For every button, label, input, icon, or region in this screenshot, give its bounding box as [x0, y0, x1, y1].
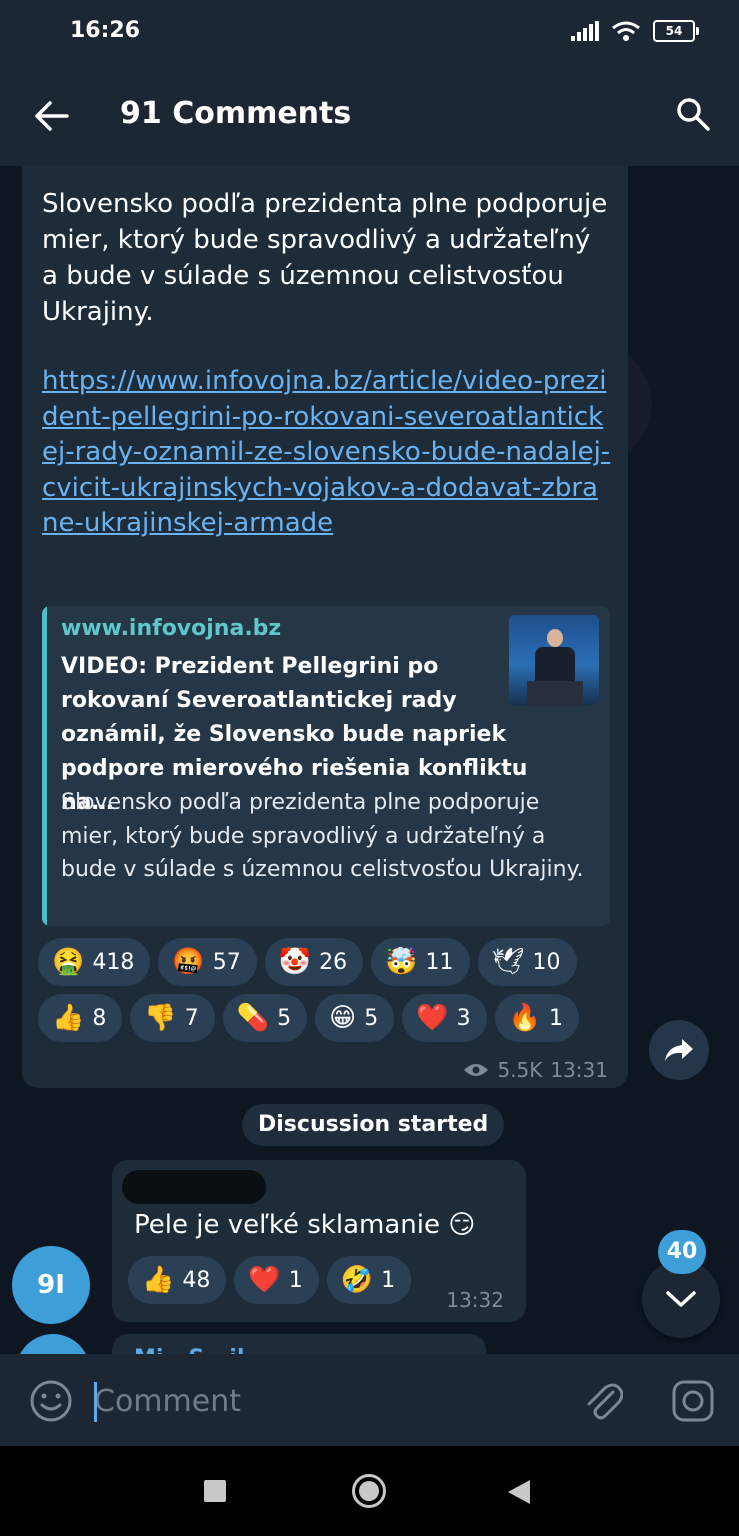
page-title: 91 Comments	[120, 96, 352, 131]
reaction-chip[interactable]: 🤬 57	[158, 938, 257, 986]
reaction-emoji: 🤣	[340, 1265, 374, 1295]
back-button[interactable]	[30, 94, 74, 138]
status-icons: 54	[571, 20, 699, 42]
reaction-chip[interactable]: 💊 5	[222, 994, 308, 1042]
reaction-chip[interactable]: 🔥 1	[494, 994, 579, 1042]
reaction-chip[interactable]: 👍 8	[38, 994, 123, 1042]
app-bar: 91 Comments	[0, 64, 739, 166]
arrow-left-icon	[35, 101, 69, 131]
unread-count-badge[interactable]: 40	[658, 1230, 706, 1274]
reaction-count: 26	[319, 949, 348, 975]
reaction-emoji: 🕊	[491, 947, 525, 977]
status-time: 16:26	[70, 18, 141, 43]
preview-site-name: www.infovojna.bz	[61, 616, 282, 641]
paperclip-icon	[587, 1383, 623, 1420]
comment-author-redacted	[122, 1170, 266, 1204]
reaction-chip[interactable]: ❤️ 3	[402, 994, 487, 1042]
camera-icon	[672, 1380, 714, 1422]
reaction-chip[interactable]: 👎 7	[130, 994, 215, 1042]
reaction-emoji: 💊	[236, 1003, 270, 1033]
reaction-count: 3	[456, 1005, 471, 1031]
reaction-count: 10	[532, 949, 561, 975]
comment-bubble[interactable]: Pele je veľké sklamanie 😏 👍 48 ❤️ 1 🤣 1 13:…	[112, 1160, 526, 1322]
preview-description: Slovensko podľa prezidenta plne podporuj…	[61, 790, 584, 882]
reaction-emoji: 🤯	[385, 947, 418, 977]
text-caret	[94, 1382, 97, 1422]
avatar[interactable]	[16, 1334, 90, 1354]
emoji-button[interactable]	[28, 1378, 74, 1424]
reaction-emoji: 😁	[329, 1003, 357, 1033]
reaction-count: 11	[425, 949, 454, 975]
post-time: 13:31	[550, 1058, 608, 1082]
reaction-emoji: 👍	[142, 1265, 175, 1295]
comment-bubble[interactable]: Mi...S...il	[112, 1334, 486, 1354]
comment-reactions: 👍 48 ❤️ 1 🤣 1	[128, 1256, 412, 1304]
reaction-chip[interactable]: 🤡 26	[264, 938, 364, 986]
camera-button[interactable]	[670, 1378, 716, 1424]
reaction-emoji: 🤡	[278, 947, 312, 977]
reaction-count: 1	[548, 1005, 563, 1031]
reaction-chip[interactable]: 🤣 1	[326, 1256, 412, 1304]
share-arrow-icon	[665, 1039, 693, 1061]
reaction-count: 7	[184, 1005, 199, 1031]
signal-icon	[571, 21, 599, 41]
smiley-icon	[30, 1380, 72, 1422]
reaction-chip[interactable]: 🤯 11	[371, 938, 470, 986]
post-reactions-row-2: 👍 8 👎 7 💊 5 😁 5 ❤️ 3 🔥 1	[38, 994, 579, 1042]
link-preview[interactable]: www.infovojna.bz VIDEO: Prezident Pelleg…	[42, 606, 610, 926]
reaction-chip[interactable]: 👍 48	[128, 1256, 227, 1304]
discussion-started-label: Discussion started	[242, 1104, 505, 1146]
reaction-emoji: 👎	[144, 1003, 177, 1033]
home-button[interactable]	[352, 1474, 386, 1508]
comment-author: Mi...S...il	[134, 1346, 245, 1354]
reaction-emoji: 👍	[52, 1003, 85, 1033]
system-nav-bar	[0, 1446, 739, 1536]
share-button[interactable]	[649, 1020, 709, 1080]
reaction-count: 57	[212, 949, 241, 975]
reaction-count: 1	[288, 1267, 303, 1293]
battery-level: 54	[653, 20, 695, 42]
reaction-count: 5	[364, 1005, 379, 1031]
view-count: 5.5K	[497, 1058, 543, 1082]
reaction-count: 8	[92, 1005, 107, 1031]
post-meta: 5.5K 13:31	[463, 1058, 608, 1082]
status-bar: 16:26 54	[0, 0, 739, 64]
post-link[interactable]: https://www.infovojna.bz/article/video-p…	[42, 364, 612, 542]
reaction-emoji: 🤬	[172, 947, 205, 977]
search-button[interactable]	[671, 92, 715, 136]
recents-button[interactable]	[204, 1480, 226, 1502]
system-back-button[interactable]	[508, 1480, 530, 1504]
chat-area[interactable]: Slovensko podľa prezidenta plne podporuj…	[0, 166, 739, 1354]
preview-thumbnail[interactable]	[509, 615, 599, 705]
avatar[interactable]: 9I	[12, 1246, 90, 1324]
comment-input-bar	[0, 1354, 739, 1446]
search-icon	[677, 98, 710, 131]
channel-post: Slovensko podľa prezidenta plne podporuj…	[22, 166, 628, 1088]
comment-text: Pele je veľké sklamanie 😏	[134, 1210, 476, 1240]
eye-icon	[464, 1064, 489, 1076]
post-text: Slovensko podľa prezidenta plne podporuj…	[42, 189, 608, 327]
attach-button[interactable]	[580, 1378, 626, 1424]
reaction-chip[interactable]: 😁 5	[315, 994, 395, 1042]
chevron-down-icon	[666, 1291, 696, 1307]
preview-accent-bar	[42, 606, 47, 926]
reaction-chip[interactable]: ❤️ 1	[234, 1256, 319, 1304]
reaction-chip[interactable]: 🤮 418	[38, 938, 151, 986]
reaction-count: 5	[277, 1005, 292, 1031]
wifi-icon	[612, 21, 640, 41]
reaction-emoji: ❤️	[248, 1265, 281, 1295]
post-reactions-row-1: 🤮 418 🤬 57 🤡 26 🤯 11 🕊 10	[38, 938, 577, 986]
reaction-emoji: 🤮	[52, 947, 85, 977]
comment-input[interactable]	[94, 1376, 554, 1426]
reaction-count: 418	[92, 949, 135, 975]
comment-time: 13:32	[446, 1288, 504, 1312]
reaction-count: 48	[182, 1267, 211, 1293]
reaction-count: 1	[381, 1267, 396, 1293]
reaction-emoji: ❤️	[416, 1003, 449, 1033]
battery-icon: 54	[653, 20, 699, 42]
reaction-emoji: 🔥	[508, 1003, 541, 1033]
reaction-chip[interactable]: 🕊 10	[477, 938, 577, 986]
